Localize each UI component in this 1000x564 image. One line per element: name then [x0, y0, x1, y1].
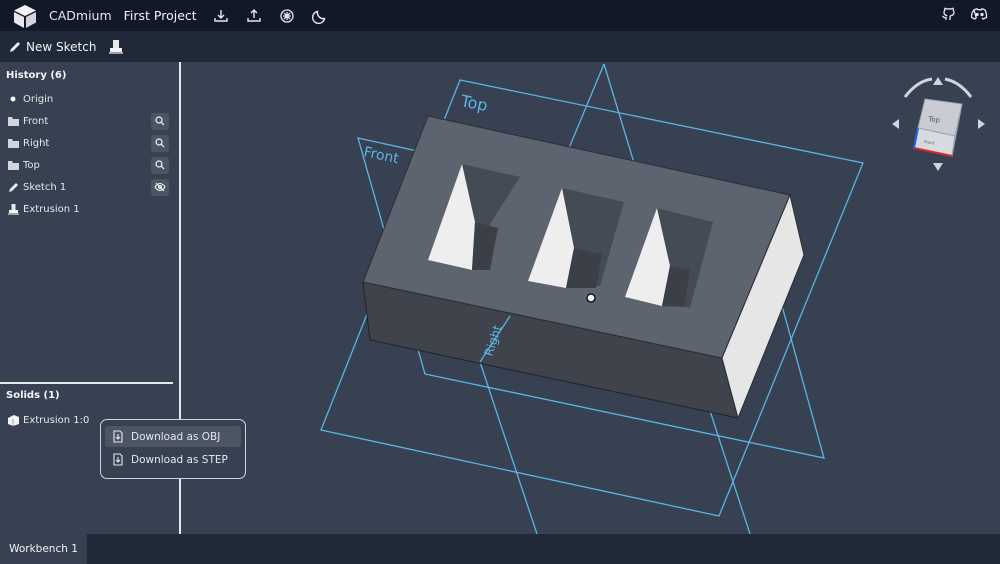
menu-item-label: Download as STEP: [131, 453, 228, 466]
origin-dot-icon: [6, 95, 20, 103]
arrow-right-icon: [978, 119, 985, 129]
history-item-top[interactable]: Top: [0, 155, 175, 175]
bottom-bar: Workbench 1: [0, 534, 1000, 564]
extrude-icon: [6, 203, 20, 216]
top-plane-label: Top: [458, 91, 489, 115]
right-plane-edge: [479, 361, 538, 534]
moon-icon[interactable]: [311, 7, 329, 25]
github-icon[interactable]: [940, 6, 956, 26]
solid-icon: [6, 414, 20, 426]
eye-slash-icon[interactable]: [151, 178, 169, 196]
plane-icon: [6, 138, 20, 149]
history-title: History (6): [6, 70, 67, 81]
discord-icon[interactable]: [970, 6, 988, 26]
rotate-left-arrow: [903, 77, 933, 98]
cadmium-logo-icon[interactable]: [12, 3, 38, 29]
history-item-right[interactable]: Right: [0, 133, 175, 153]
bug-icon[interactable]: [278, 7, 296, 25]
plane-icon: [6, 116, 20, 127]
origin-marker: [586, 293, 596, 303]
arrow-left-icon: [892, 119, 899, 129]
pencil-icon: [6, 182, 20, 193]
pencil-icon: [10, 41, 20, 52]
tab-workbench-1[interactable]: Workbench 1: [0, 534, 87, 564]
download-file-icon: [113, 453, 123, 466]
download-icon[interactable]: [212, 7, 230, 25]
history-item-label: Right: [23, 137, 50, 149]
toolbar: New Sketch: [0, 31, 1000, 62]
solid-context-menu: Download as OBJ Download as STEP: [100, 419, 246, 479]
menu-item-label: Download as OBJ: [131, 430, 221, 443]
panel-divider[interactable]: [0, 382, 173, 384]
arrow-down-icon: [933, 163, 943, 171]
scene[interactable]: Top Front Right Top Front: [183, 62, 1000, 534]
app-name: CADmium: [49, 8, 112, 23]
rotate-right-arrow: [944, 77, 973, 98]
history-item-origin[interactable]: Origin: [0, 89, 175, 109]
download-obj-menu-item[interactable]: Download as OBJ: [105, 426, 241, 447]
plane-icon: [6, 160, 20, 171]
history-item-sketch-1[interactable]: Sketch 1: [0, 177, 175, 197]
download-file-icon: [113, 430, 123, 443]
history-item-label: Origin: [23, 93, 54, 105]
arrow-up-icon: [933, 77, 943, 85]
history-item-label: Front: [23, 115, 49, 127]
solid-item-label: Extrusion 1:0: [23, 414, 90, 426]
upload-icon[interactable]: [245, 7, 263, 25]
extrude-button[interactable]: [106, 37, 126, 57]
3d-viewport[interactable]: Top Front Right Top Front: [183, 62, 1000, 534]
new-sketch-label: New Sketch: [26, 39, 97, 54]
front-plane-label: Front: [362, 144, 400, 167]
history-item-label: Sketch 1: [23, 181, 67, 193]
search-icon[interactable]: [151, 156, 169, 174]
view-cube[interactable]: Top Front: [892, 77, 985, 171]
search-icon[interactable]: [151, 112, 169, 130]
new-sketch-button[interactable]: New Sketch: [8, 40, 96, 54]
history-item-label: Extrusion 1: [23, 203, 80, 215]
project-name[interactable]: First Project: [124, 8, 197, 23]
download-step-menu-item[interactable]: Download as STEP: [105, 449, 241, 470]
top-bar: CADmium First Project: [0, 0, 1000, 31]
solids-title: Solids (1): [6, 390, 60, 401]
extrude-icon: [109, 39, 124, 54]
history-item-label: Top: [23, 159, 40, 171]
history-item-extrusion-1[interactable]: Extrusion 1: [0, 199, 175, 219]
history-item-front[interactable]: Front: [0, 111, 175, 131]
search-icon[interactable]: [151, 134, 169, 152]
